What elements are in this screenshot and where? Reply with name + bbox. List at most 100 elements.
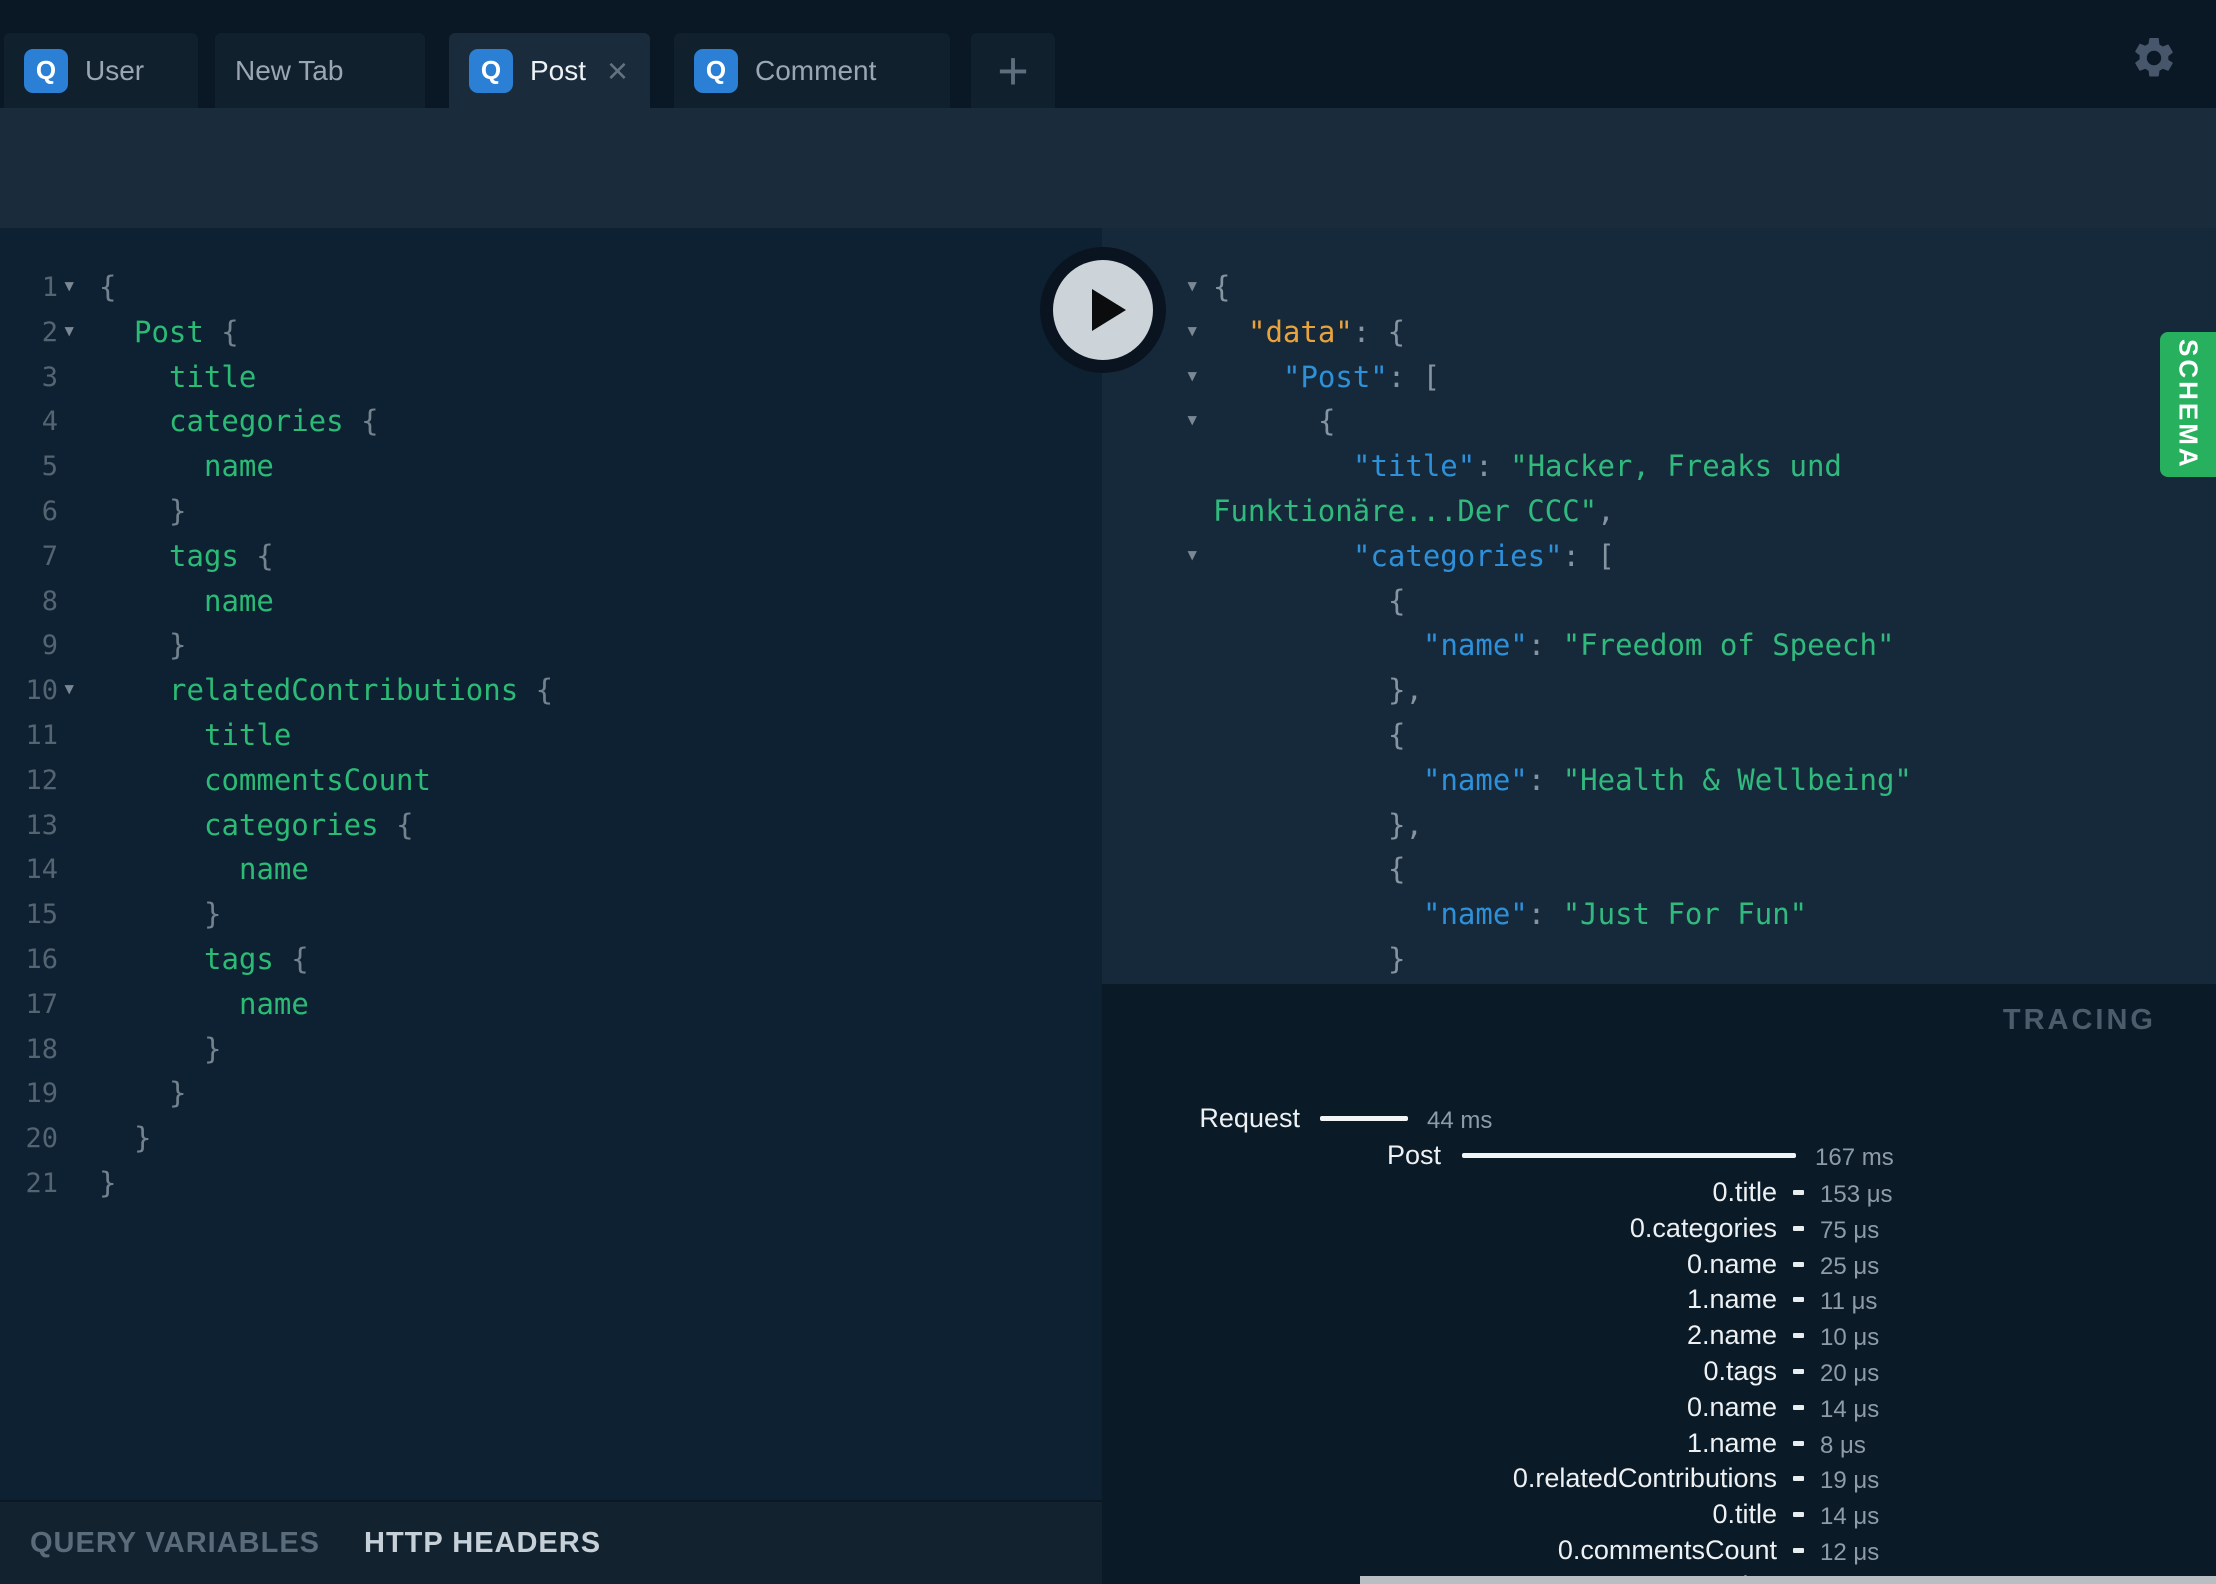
fold-arrow-icon[interactable]: ▾ [62,666,76,711]
fold-arrow-icon[interactable]: ▾ [1185,263,1199,308]
trace-duration: 8 μs [1820,1432,1866,1459]
query-badge: Q [24,48,68,93]
close-tab-icon[interactable]: × [607,52,628,89]
code-line: { [1102,847,2216,892]
code-text: title [169,360,257,394]
trace-tick [1793,1190,1804,1195]
fold-arrow-icon[interactable]: ▾ [1185,308,1199,353]
trace-row-resolver: Post 167 ms [1102,1139,2216,1171]
tracing-title: TRACING [2002,1004,2156,1036]
trace-duration: 25 μs [1820,1253,1880,1280]
code-line: 10 ▾ relatedContributions { [0,668,1102,713]
fold-arrow-icon[interactable]: ▾ [1185,397,1199,442]
trace-row-field: 0.name 25 μs [1102,1248,2216,1280]
add-tab-button[interactable]: + [971,33,1055,108]
code-line: 14 name [0,847,1102,892]
code-text: "name": "Just For Fun" [1423,897,1808,931]
trace-label: 2.name [1686,1320,1777,1350]
line-number: 5 [41,451,58,482]
code-text: { [1318,404,1336,438]
code-line: 2 ▾ Post { [0,310,1102,355]
trace-duration: 10 μs [1820,1324,1880,1351]
trace-duration: 20 μs [1820,1360,1880,1387]
code-text: "categories": [ [1353,539,1615,573]
schema-tab-label: SCHEMA [2173,339,2204,470]
fold-arrow-icon[interactable]: ▾ [1185,532,1199,577]
code-line: 4 categories { [0,399,1102,444]
line-number: 1 [41,272,58,303]
query-editor[interactable]: 1 ▾{2 ▾ Post {3 title 4 categories {5 name 6} 7 ta… [0,228,1102,1500]
tab-label: Post [530,54,587,86]
trace-label: 0.name [1686,1249,1777,1279]
trace-bar [1320,1116,1408,1121]
code-line: 11 title [0,713,1102,758]
line-number: 17 [25,989,58,1020]
tab-new-tab[interactable]: New Tab [215,33,425,108]
tracing-horizontal-scrollbar[interactable] [1360,1576,2216,1584]
line-number: 18 [25,1034,58,1065]
code-text: } [169,494,187,528]
trace-tick [1793,1548,1804,1553]
trace-label: 0.name [1686,1392,1777,1422]
code-text: "name": "Freedom of Speech" [1423,628,1895,662]
tab-query-variables[interactable]: QUERY VARIABLES [30,1527,320,1560]
tab-user[interactable]: Q User [4,33,198,108]
graphql-playground: Q User New Tab Q Post × Q Comment + PRETTIFY HI… [0,0,2216,1584]
trace-tick [1793,1262,1804,1267]
code-text: { [1213,270,1231,304]
line-number: 9 [41,630,58,661]
code-text: "title": "Hacker, Freaks und [1353,449,1842,483]
trace-label: 0.tags [1703,1356,1777,1386]
trace-row-field: 2.name 10 μs [1102,1319,2216,1351]
trace-tick [1793,1405,1804,1410]
fold-arrow-icon[interactable]: ▾ [62,308,76,353]
toolbar: PRETTIFY HISTORY http://localhost:4000/ … [0,108,2216,309]
top-bar: Q User New Tab Q Post × Q Comment + [0,0,2216,108]
code-line: ▾{ [1102,265,2216,310]
code-text: } [134,1121,152,1155]
code-line: Funktionäre...Der CCC", [1102,489,2216,534]
code-text: commentsCount [204,763,431,797]
trace-row-field: 0.title 153 μs [1102,1176,2216,1208]
code-line: ▾ "Post": [ [1102,355,2216,400]
code-text: relatedContributions { [169,673,554,707]
trace-tick [1793,1297,1804,1302]
execute-query-button[interactable] [1040,247,1166,373]
code-line: "name": "Freedom of Speech" [1102,623,2216,668]
line-number: 20 [25,1123,58,1154]
code-line: } [1102,937,2216,982]
tab-http-headers[interactable]: HTTP HEADERS [364,1527,601,1560]
tab-comment[interactable]: Q Comment [674,33,950,108]
schema-tab[interactable]: SCHEMA [2160,332,2216,477]
code-text: } [169,628,187,662]
line-number: 21 [25,1168,58,1199]
trace-duration: 19 μs [1820,1467,1880,1494]
trace-label: Post [1386,1140,1441,1170]
code-text: } [1388,942,1406,976]
code-text: { [1388,718,1406,752]
line-number: 7 [41,541,58,572]
code-text: "Post": [ [1283,360,1441,394]
code-line: 15} [0,892,1102,937]
line-number: 11 [25,720,58,751]
trace-tick [1793,1333,1804,1338]
code-line: 20} [0,1116,1102,1161]
code-line: 5 name [0,444,1102,489]
code-line: 3 title [0,355,1102,400]
code-text: tags { [169,539,274,573]
code-line: 7 tags { [0,534,1102,579]
line-number: 2 [41,317,58,348]
fold-arrow-icon[interactable]: ▾ [1185,353,1199,398]
tab-post[interactable]: Q Post × [449,33,650,108]
code-text: name [204,449,274,483]
code-text: Post { [134,315,239,349]
code-text: categories { [204,808,414,842]
line-number: 19 [25,1078,58,1109]
fold-arrow-icon[interactable]: ▾ [62,263,76,308]
line-number: 12 [25,765,58,796]
settings-gear-icon[interactable] [2130,34,2178,82]
code-text: }, [1388,673,1423,707]
tracing-panel: TRACING Request 44 ms Post 167 ms 0.title 153… [1102,984,2216,1584]
code-line: }, [1102,803,2216,848]
tab-label: User [85,54,145,86]
